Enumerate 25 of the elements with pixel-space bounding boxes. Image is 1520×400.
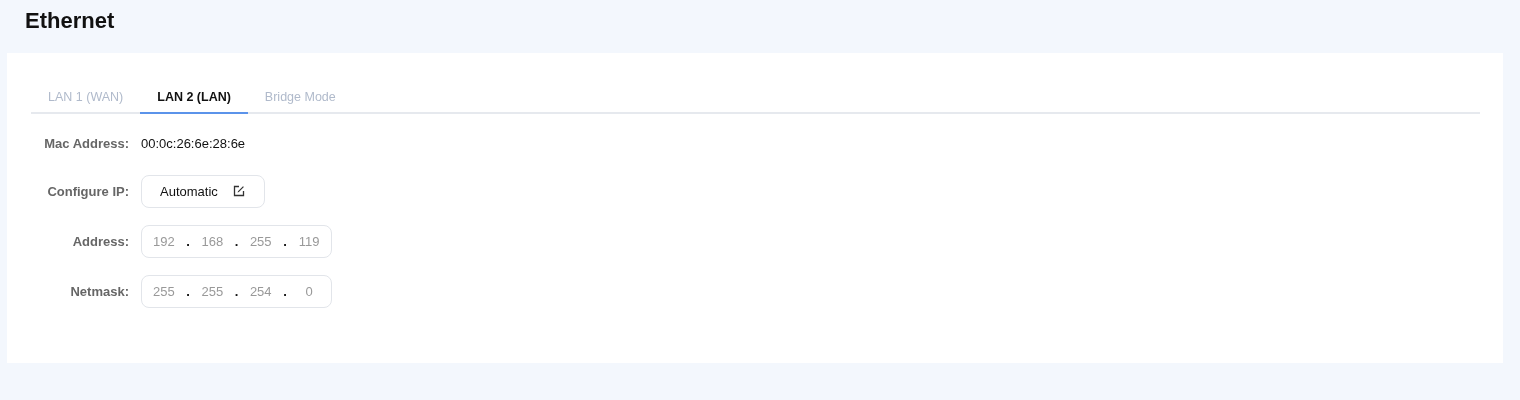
separator-dot: . [233, 283, 240, 299]
separator-dot: . [233, 233, 240, 249]
ip-input-field[interactable]: 255 . 255 . 254 . 0 [141, 274, 332, 308]
field-label: Address: [71, 233, 129, 249]
octet-text: 119 [297, 233, 321, 249]
ip-input-field[interactable]: 192 . 168 . 255 . 119 [141, 224, 332, 258]
field-label: Configure IP: [46, 183, 129, 199]
octet-text: 192 [151, 233, 176, 249]
octet-text: 255 [200, 283, 225, 299]
separator-dot: . [282, 283, 288, 299]
separator-dot: . [185, 283, 191, 299]
separator-dot: . [282, 233, 288, 249]
octet-text: 168 [200, 233, 225, 249]
octet-text: 254 [248, 283, 273, 299]
edit-icon [232, 185, 245, 197]
page-title: Ethernet [25, 7, 116, 35]
configure-ip-button[interactable]: Automatic [141, 174, 265, 208]
field-label: Netmask: [69, 283, 129, 299]
field-label: Mac Address: [43, 135, 129, 151]
octet-text: 255 [248, 233, 273, 249]
separator-dot: . [185, 233, 191, 249]
octet-text: 255 [151, 283, 176, 299]
tab[interactable]: LAN 2 (LAN) [140, 81, 248, 114]
mac-address-text: 00:0c:26:6e:28:6e [141, 135, 246, 151]
octet-text: 0 [304, 283, 314, 299]
